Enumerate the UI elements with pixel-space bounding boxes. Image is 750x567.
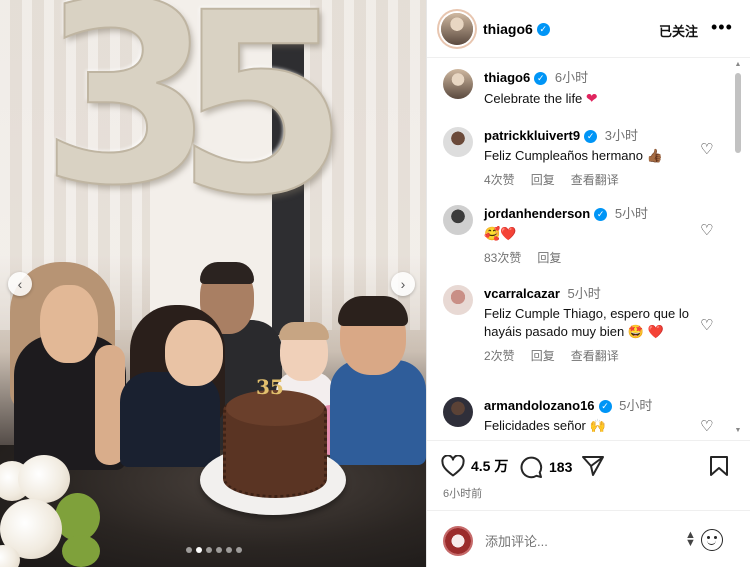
verified-badge-icon: ✓ [534, 71, 548, 85]
scroll-down-arrow-icon[interactable]: ▼ [734, 427, 742, 435]
comment-time: 3小时 [604, 128, 638, 143]
comment-time: 5小时 [567, 286, 601, 301]
caption-time: 6小时 [554, 70, 589, 85]
post-timestamp: 6小时前 [443, 488, 483, 500]
share-icon[interactable] [581, 455, 605, 477]
comment-composer: ▲▼ [427, 510, 750, 567]
smile-icon[interactable] [701, 529, 723, 551]
verified-badge-icon: ✓ [536, 22, 550, 36]
save-action[interactable] [709, 455, 729, 477]
comment-likes[interactable]: 83次赞 [484, 249, 521, 267]
comment-emoji: 🤩 ❤️ [627, 324, 664, 339]
flower-bouquet [0, 455, 100, 567]
verified-badge-icon: ✓ [598, 399, 612, 413]
cake-topper: 35 [256, 375, 284, 399]
sort-arrows-icon[interactable]: ▲ ▼ [685, 530, 696, 549]
like-action[interactable]: 4.5 万 [441, 455, 508, 477]
comment-emoji: 🙌 [589, 418, 606, 433]
comments-list[interactable]: thiago6 ✓ 6小时 Celebrate the life ❤ patri… [427, 59, 750, 439]
likes-count[interactable]: 4.5 万 [471, 456, 508, 476]
comment-icon[interactable] [519, 455, 543, 479]
following-button[interactable]: 已关注 [659, 21, 698, 40]
carousel-dot[interactable] [236, 547, 242, 553]
balloon-five: 5 [174, 0, 350, 250]
comments-scrollbar[interactable]: ▲ ▼ [734, 59, 742, 439]
like-comment-heart-icon[interactable]: ♡ [700, 142, 716, 158]
verified-badge-icon: ✓ [594, 207, 608, 221]
reply-button[interactable]: 回复 [531, 171, 555, 189]
carousel-dots [186, 547, 242, 553]
heart-icon[interactable] [441, 455, 465, 477]
thumbs-up-emoji-icon: 👍🏾 [646, 148, 663, 163]
instagram-post-view: 3 5 35 ‹ › thiago6 ✓ 已关注 ••• thiago6 ✓ 6… [0, 0, 750, 567]
comment-likes[interactable]: 4次赞 [484, 171, 515, 189]
comments-count: 183 [549, 459, 573, 475]
caption-avatar[interactable] [443, 69, 473, 99]
scrollbar-thumb[interactable] [735, 73, 741, 153]
comment-username[interactable]: patrickkluivert9 [484, 127, 580, 145]
post-sidebar: thiago6 ✓ 已关注 ••• thiago6 ✓ 6小时 Celebrat… [426, 0, 750, 567]
caption-text: Celebrate the life [484, 91, 583, 106]
author-avatar[interactable] [441, 13, 473, 45]
carousel-dot[interactable] [226, 547, 232, 553]
comment-username[interactable]: armandolozano16 [484, 397, 595, 415]
post-header: thiago6 ✓ 已关注 ••• [427, 0, 750, 58]
comment-username[interactable]: jordanhenderson [484, 205, 590, 223]
commenter-avatar[interactable] [443, 397, 473, 427]
post-photo[interactable]: 3 5 35 ‹ › [0, 0, 426, 567]
bookmark-icon[interactable] [709, 455, 729, 477]
translate-button[interactable]: 查看翻译 [571, 171, 619, 189]
reply-button[interactable]: 回复 [537, 249, 561, 267]
comment-time: 5小时 [614, 206, 649, 221]
chevron-right-icon[interactable]: › [391, 272, 415, 296]
comment-time: 5小时 [619, 398, 653, 413]
current-user-avatar [443, 526, 473, 556]
comment-input[interactable] [485, 529, 665, 553]
caption-username[interactable]: thiago6 [484, 69, 530, 87]
scroll-up-arrow-icon[interactable]: ▲ [734, 61, 742, 69]
like-comment-heart-icon[interactable]: ♡ [700, 223, 716, 239]
verified-badge-icon: ✓ [584, 129, 598, 143]
chevron-left-icon[interactable]: ‹ [8, 272, 32, 296]
carousel-dot[interactable] [216, 547, 222, 553]
like-comment-heart-icon[interactable]: ♡ [700, 419, 716, 435]
comment-text: Felicidades señor [484, 418, 586, 433]
more-icon[interactable]: ••• [711, 17, 733, 38]
carousel-dot[interactable] [196, 547, 202, 553]
post-actions: 4.5 万 183 6小时前 [427, 440, 750, 510]
commenter-avatar[interactable] [443, 285, 473, 315]
like-comment-heart-icon[interactable]: ♡ [700, 318, 716, 334]
commenter-avatar[interactable] [443, 205, 473, 235]
comment-action[interactable]: 183 [519, 455, 572, 479]
heart-emoji-icon: ❤ [585, 90, 598, 106]
comment-likes[interactable]: 2次赞 [484, 347, 515, 365]
reply-button[interactable]: 回复 [531, 347, 555, 365]
comment-username[interactable]: vcarralcazar [484, 285, 560, 303]
share-action[interactable] [581, 455, 605, 477]
author-username[interactable]: thiago6 [483, 21, 533, 37]
carousel-dot[interactable] [206, 547, 212, 553]
commenter-avatar[interactable] [443, 127, 473, 157]
comment-emoji: 🥰❤️ [484, 226, 517, 241]
comment-text: Feliz Cumpleaños hermano [484, 148, 643, 163]
translate-button[interactable]: 查看翻译 [571, 347, 619, 365]
carousel-dot[interactable] [186, 547, 192, 553]
